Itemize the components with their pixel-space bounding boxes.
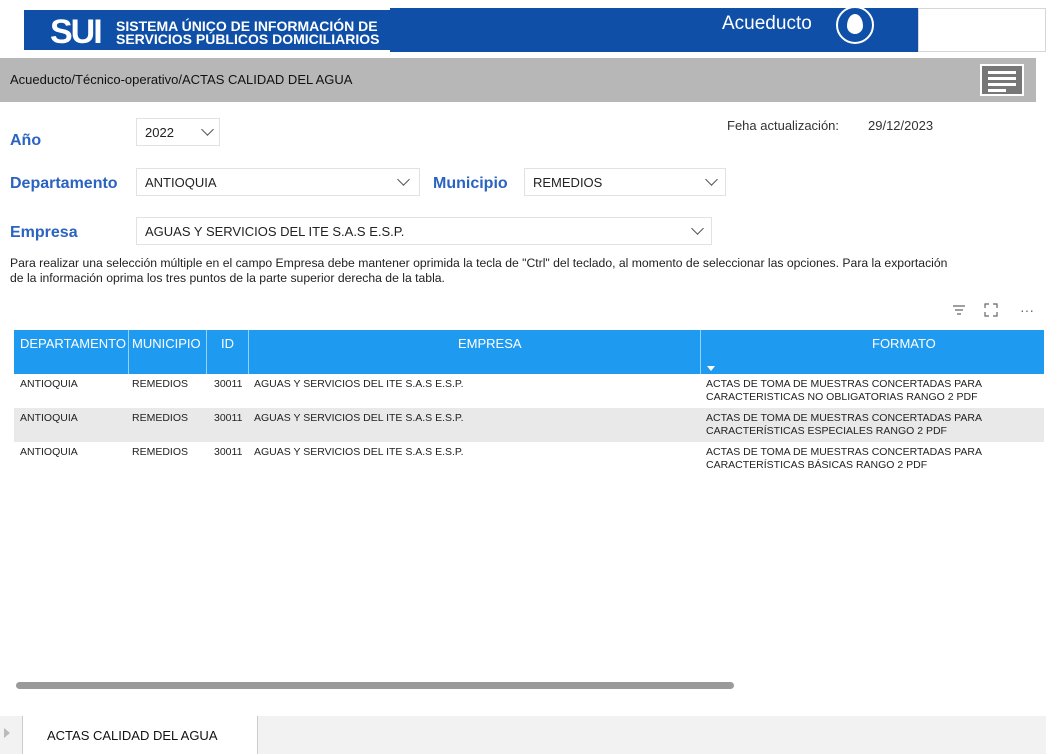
municipality-label: Municipio bbox=[433, 175, 508, 192]
update-date: 29/12/2023 bbox=[868, 118, 934, 133]
banner-right-panel bbox=[918, 8, 1046, 52]
chevron-down-icon bbox=[691, 222, 704, 235]
year-label: Año bbox=[10, 132, 42, 149]
report-icon[interactable] bbox=[980, 64, 1024, 96]
department-value: ANTIOQUIA bbox=[145, 175, 217, 190]
cell-municipio: REMEDIOS bbox=[132, 446, 189, 458]
cell-formato-line-2: CARACTERÍSTICAS ESPECIALES RANGO 2 PDF bbox=[706, 425, 947, 437]
table-row[interactable]: ANTIOQUIA REMEDIOS 30011 AGUAS Y SERVICI… bbox=[14, 442, 1044, 476]
update-label: Feha actualización: bbox=[727, 118, 840, 133]
chevron-down-icon bbox=[201, 123, 214, 136]
cell-empresa: AGUAS Y SERVICIOS DEL ITE S.A.S E.S.P. bbox=[254, 446, 464, 458]
more-options-icon[interactable]: ··· bbox=[1020, 302, 1034, 318]
sui-logo-text: SISTEMA ÚNICO DE INFORMACIÓN DE SERVICIO… bbox=[116, 19, 380, 47]
year-value: 2022 bbox=[145, 125, 174, 140]
department-select[interactable]: ANTIOQUIA bbox=[136, 168, 420, 196]
column-header-id[interactable]: ID bbox=[221, 336, 234, 351]
tab-label: ACTAS CALIDAD DEL AGUA bbox=[47, 728, 218, 743]
cell-formato-line-1: ACTAS DE TOMA DE MUESTRAS CONCERTADAS PA… bbox=[706, 446, 982, 458]
chevron-down-icon bbox=[705, 173, 718, 186]
logo-area: SUI SISTEMA ÚNICO DE INFORMACIÓN DE SERV… bbox=[10, 8, 390, 52]
column-separator bbox=[700, 330, 701, 374]
cell-formato-line-2: CARACTERÍSTICAS BÁSICAS RANGO 2 PDF bbox=[706, 459, 928, 471]
horizontal-scrollbar[interactable] bbox=[16, 682, 734, 689]
cell-formato: ACTAS DE TOMA DE MUESTRAS CONCERTADAS PA… bbox=[706, 378, 982, 404]
water-drop-icon bbox=[836, 6, 874, 44]
filter-icon[interactable] bbox=[952, 303, 966, 319]
municipality-value: REMEDIOS bbox=[533, 175, 603, 190]
cell-id: 30011 bbox=[214, 446, 243, 458]
cell-id: 30011 bbox=[214, 378, 243, 390]
column-header-departamento[interactable]: DEPARTAMENTO bbox=[20, 336, 126, 351]
note-line-2: de la información oprima los tres puntos… bbox=[10, 271, 445, 285]
sui-logo: SUI SISTEMA ÚNICO DE INFORMACIÓN DE SERV… bbox=[24, 10, 390, 50]
logo-line-2: SERVICIOS PÚBLICOS DOMICILIARIOS bbox=[116, 31, 380, 47]
cell-departamento: ANTIOQUIA bbox=[20, 446, 78, 458]
cell-formato-line-1: ACTAS DE TOMA DE MUESTRAS CONCERTADAS PA… bbox=[706, 378, 982, 390]
department-label: Departamento bbox=[10, 175, 118, 192]
column-separator bbox=[128, 330, 129, 374]
company-value: AGUAS Y SERVICIOS DEL ITE S.A.S E.S.P. bbox=[145, 224, 405, 239]
table-row[interactable]: ANTIOQUIA REMEDIOS 30011 AGUAS Y SERVICI… bbox=[14, 408, 1044, 442]
cell-id: 30011 bbox=[214, 412, 243, 424]
page-tab-bar: ACTAS CALIDAD DEL AGUA bbox=[0, 716, 1046, 754]
cell-formato-line-2: CARACTERISTICAS NO OBLIGATORIAS RANGO 2 … bbox=[706, 391, 978, 403]
cell-empresa: AGUAS Y SERVICIOS DEL ITE S.A.S E.S.P. bbox=[254, 412, 464, 424]
service-title: Acueducto bbox=[722, 13, 812, 34]
year-select[interactable]: 2022 bbox=[136, 118, 220, 146]
header-banner: SUI SISTEMA ÚNICO DE INFORMACIÓN DE SERV… bbox=[10, 8, 1046, 52]
sui-logo-mark: SUI bbox=[50, 13, 103, 51]
municipality-select[interactable]: REMEDIOS bbox=[524, 168, 726, 196]
table-row[interactable]: ANTIOQUIA REMEDIOS 30011 AGUAS Y SERVICI… bbox=[14, 374, 1044, 408]
tab-actas-calidad-del-agua[interactable]: ACTAS CALIDAD DEL AGUA bbox=[22, 716, 258, 754]
tab-scroll-icon[interactable] bbox=[4, 728, 10, 738]
cell-municipio: REMEDIOS bbox=[132, 412, 189, 424]
column-separator bbox=[248, 330, 249, 374]
cell-empresa: AGUAS Y SERVICIOS DEL ITE S.A.S E.S.P. bbox=[254, 378, 464, 390]
breadcrumb: Acueducto/Técnico-operativo/ACTAS CALIDA… bbox=[10, 72, 353, 87]
column-separator bbox=[206, 330, 207, 374]
cell-municipio: REMEDIOS bbox=[132, 378, 189, 390]
breadcrumb-bar: Acueducto/Técnico-operativo/ACTAS CALIDA… bbox=[0, 58, 1036, 102]
company-select[interactable]: AGUAS Y SERVICIOS DEL ITE S.A.S E.S.P. bbox=[136, 217, 712, 245]
column-header-formato[interactable]: FORMATO bbox=[872, 336, 936, 351]
table-header: DEPARTAMENTO MUNICIPIO ID EMPRESA FORMAT… bbox=[14, 330, 1044, 374]
cell-formato-line-1: ACTAS DE TOMA DE MUESTRAS CONCERTADAS PA… bbox=[706, 412, 982, 424]
note-line-1: Para realizar una selección múltiple en … bbox=[10, 256, 948, 270]
cell-departamento: ANTIOQUIA bbox=[20, 378, 78, 390]
cell-formato: ACTAS DE TOMA DE MUESTRAS CONCERTADAS PA… bbox=[706, 446, 982, 472]
cell-formato: ACTAS DE TOMA DE MUESTRAS CONCERTADAS PA… bbox=[706, 412, 982, 438]
column-header-municipio[interactable]: MUNICIPIO bbox=[132, 336, 201, 351]
instructions-note: Para realizar una selección múltiple en … bbox=[10, 256, 1046, 286]
company-label: Empresa bbox=[10, 224, 78, 241]
chevron-down-icon bbox=[397, 173, 410, 186]
sort-descending-icon[interactable] bbox=[707, 366, 715, 371]
cell-departamento: ANTIOQUIA bbox=[20, 412, 78, 424]
column-header-empresa[interactable]: EMPRESA bbox=[458, 336, 522, 351]
focus-mode-icon[interactable] bbox=[984, 303, 998, 320]
